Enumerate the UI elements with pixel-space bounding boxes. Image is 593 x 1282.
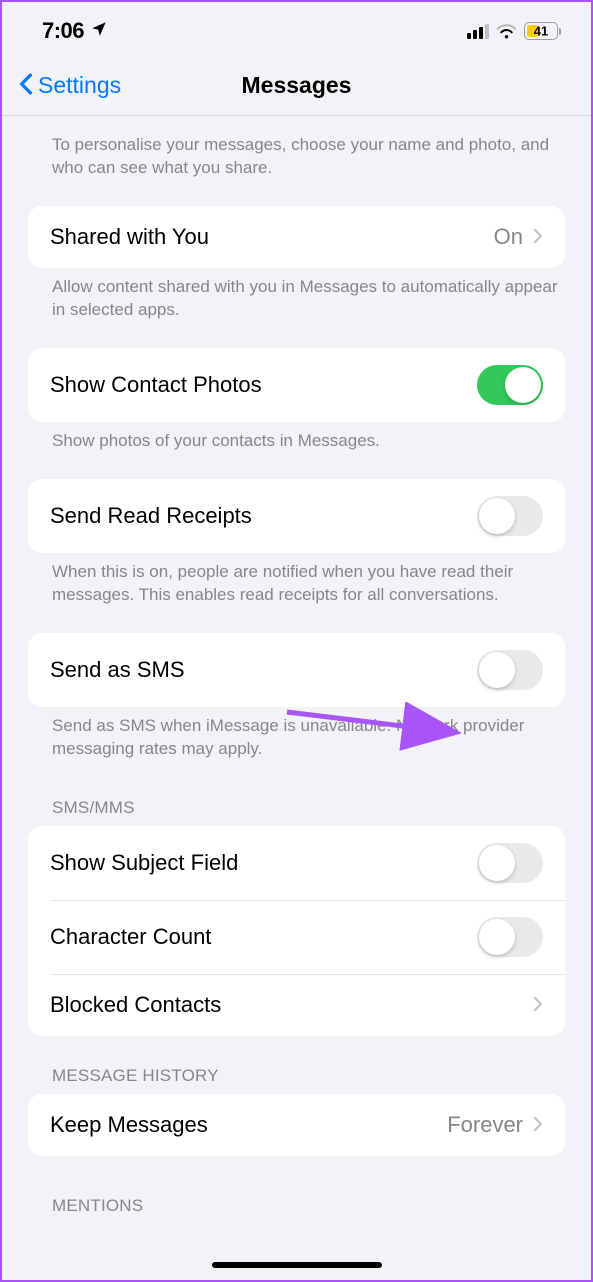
show-subject-field-label: Show Subject Field [50, 850, 238, 876]
chevron-left-icon [18, 72, 34, 100]
send-as-sms-group: Send as SMS [28, 633, 565, 707]
cellular-signal-icon [467, 24, 489, 39]
character-count-label: Character Count [50, 924, 211, 950]
show-subject-field-toggle[interactable] [477, 843, 543, 883]
shared-with-you-group: Shared with You On [28, 206, 565, 268]
content-scroll[interactable]: To personalise your messages, choose you… [2, 116, 591, 1224]
page-title: Messages [242, 72, 352, 99]
location-arrow-icon [90, 18, 108, 44]
chevron-right-icon [533, 224, 543, 250]
contact-photos-group: Show Contact Photos [28, 348, 565, 422]
chevron-right-icon [533, 992, 543, 1018]
status-time-area: 7:06 [42, 18, 108, 44]
nav-header: Settings Messages [2, 56, 591, 116]
shared-with-you-cell[interactable]: Shared with You On [28, 206, 565, 268]
send-read-receipts-cell: Send Read Receipts [28, 479, 565, 553]
keep-messages-value: Forever [447, 1112, 523, 1138]
status-right: 41 [467, 22, 561, 40]
personalize-footer: To personalise your messages, choose you… [2, 116, 591, 206]
show-contact-photos-toggle[interactable] [477, 365, 543, 405]
character-count-toggle[interactable] [477, 917, 543, 957]
send-as-sms-toggle[interactable] [477, 650, 543, 690]
battery-percentage: 41 [534, 24, 548, 39]
show-contact-photos-cell: Show Contact Photos [28, 348, 565, 422]
keep-messages-label: Keep Messages [50, 1112, 208, 1138]
read-receipts-group: Send Read Receipts [28, 479, 565, 553]
blocked-contacts-cell[interactable]: Blocked Contacts [28, 974, 565, 1036]
back-label: Settings [38, 72, 121, 99]
send-read-receipts-toggle[interactable] [477, 496, 543, 536]
status-bar: 7:06 41 [2, 2, 591, 56]
message-history-header: MESSAGE HISTORY [2, 1036, 591, 1094]
back-button[interactable]: Settings [18, 72, 121, 100]
send-read-receipts-label: Send Read Receipts [50, 503, 252, 529]
battery-icon: 41 [524, 22, 561, 40]
shared-with-you-value: On [494, 224, 523, 250]
status-time: 7:06 [42, 18, 84, 44]
show-contact-photos-label: Show Contact Photos [50, 372, 262, 398]
mentions-header: MENTIONS [2, 1156, 591, 1224]
send-as-sms-cell: Send as SMS [28, 633, 565, 707]
sms-mms-header: SMS/MMS [2, 768, 591, 826]
send-as-sms-footer: Send as SMS when iMessage is unavailable… [2, 707, 591, 769]
home-indicator[interactable] [212, 1262, 382, 1268]
character-count-cell: Character Count [28, 900, 565, 974]
shared-with-you-footer: Allow content shared with you in Message… [2, 268, 591, 330]
show-contact-photos-footer: Show photos of your contacts in Messages… [2, 422, 591, 461]
show-subject-field-cell: Show Subject Field [28, 826, 565, 900]
wifi-icon [496, 23, 517, 39]
message-history-group: Keep Messages Forever [28, 1094, 565, 1156]
keep-messages-cell[interactable]: Keep Messages Forever [28, 1094, 565, 1156]
sms-mms-group: Show Subject Field Character Count Block… [28, 826, 565, 1036]
shared-with-you-label: Shared with You [50, 224, 209, 250]
blocked-contacts-label: Blocked Contacts [50, 992, 221, 1018]
send-read-receipts-footer: When this is on, people are notified whe… [2, 553, 591, 615]
chevron-right-icon [533, 1112, 543, 1138]
send-as-sms-label: Send as SMS [50, 657, 185, 683]
